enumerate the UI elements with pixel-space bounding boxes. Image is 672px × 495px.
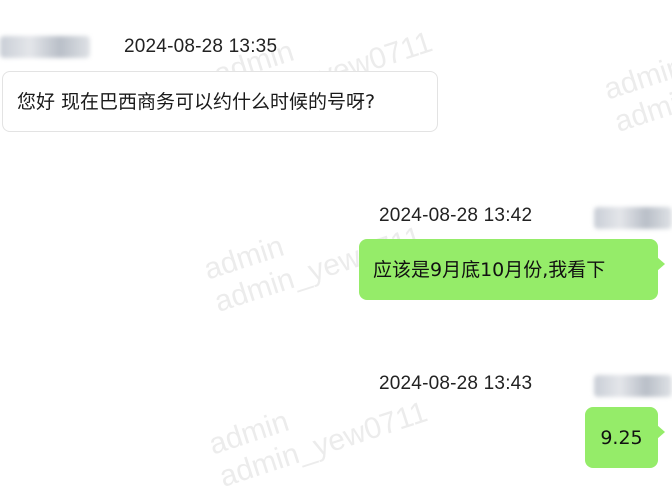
- message-timestamp: 2024-08-28 13:43: [379, 373, 533, 394]
- sender-name-blurred: [0, 36, 90, 58]
- message-text: 9.25: [600, 426, 643, 449]
- message-bubble[interactable]: 9.25: [585, 407, 665, 468]
- watermark: adminadmin_yew0711: [600, 40, 672, 139]
- message-text: 应该是9月底10月份,我看下: [373, 258, 606, 281]
- sender-name-blurred: [594, 375, 672, 397]
- message-timestamp: 2024-08-28 13:42: [379, 205, 533, 226]
- sender-name-blurred: [594, 207, 672, 229]
- message-text: 您好 现在巴西商务可以约什么时候的号呀?: [17, 90, 376, 113]
- message-timestamp: 2024-08-28 13:35: [124, 36, 278, 57]
- message-bubble[interactable]: 应该是9月底10月份,我看下: [359, 239, 665, 300]
- message-bubble[interactable]: 您好 现在巴西商务可以约什么时候的号呀?: [2, 71, 438, 132]
